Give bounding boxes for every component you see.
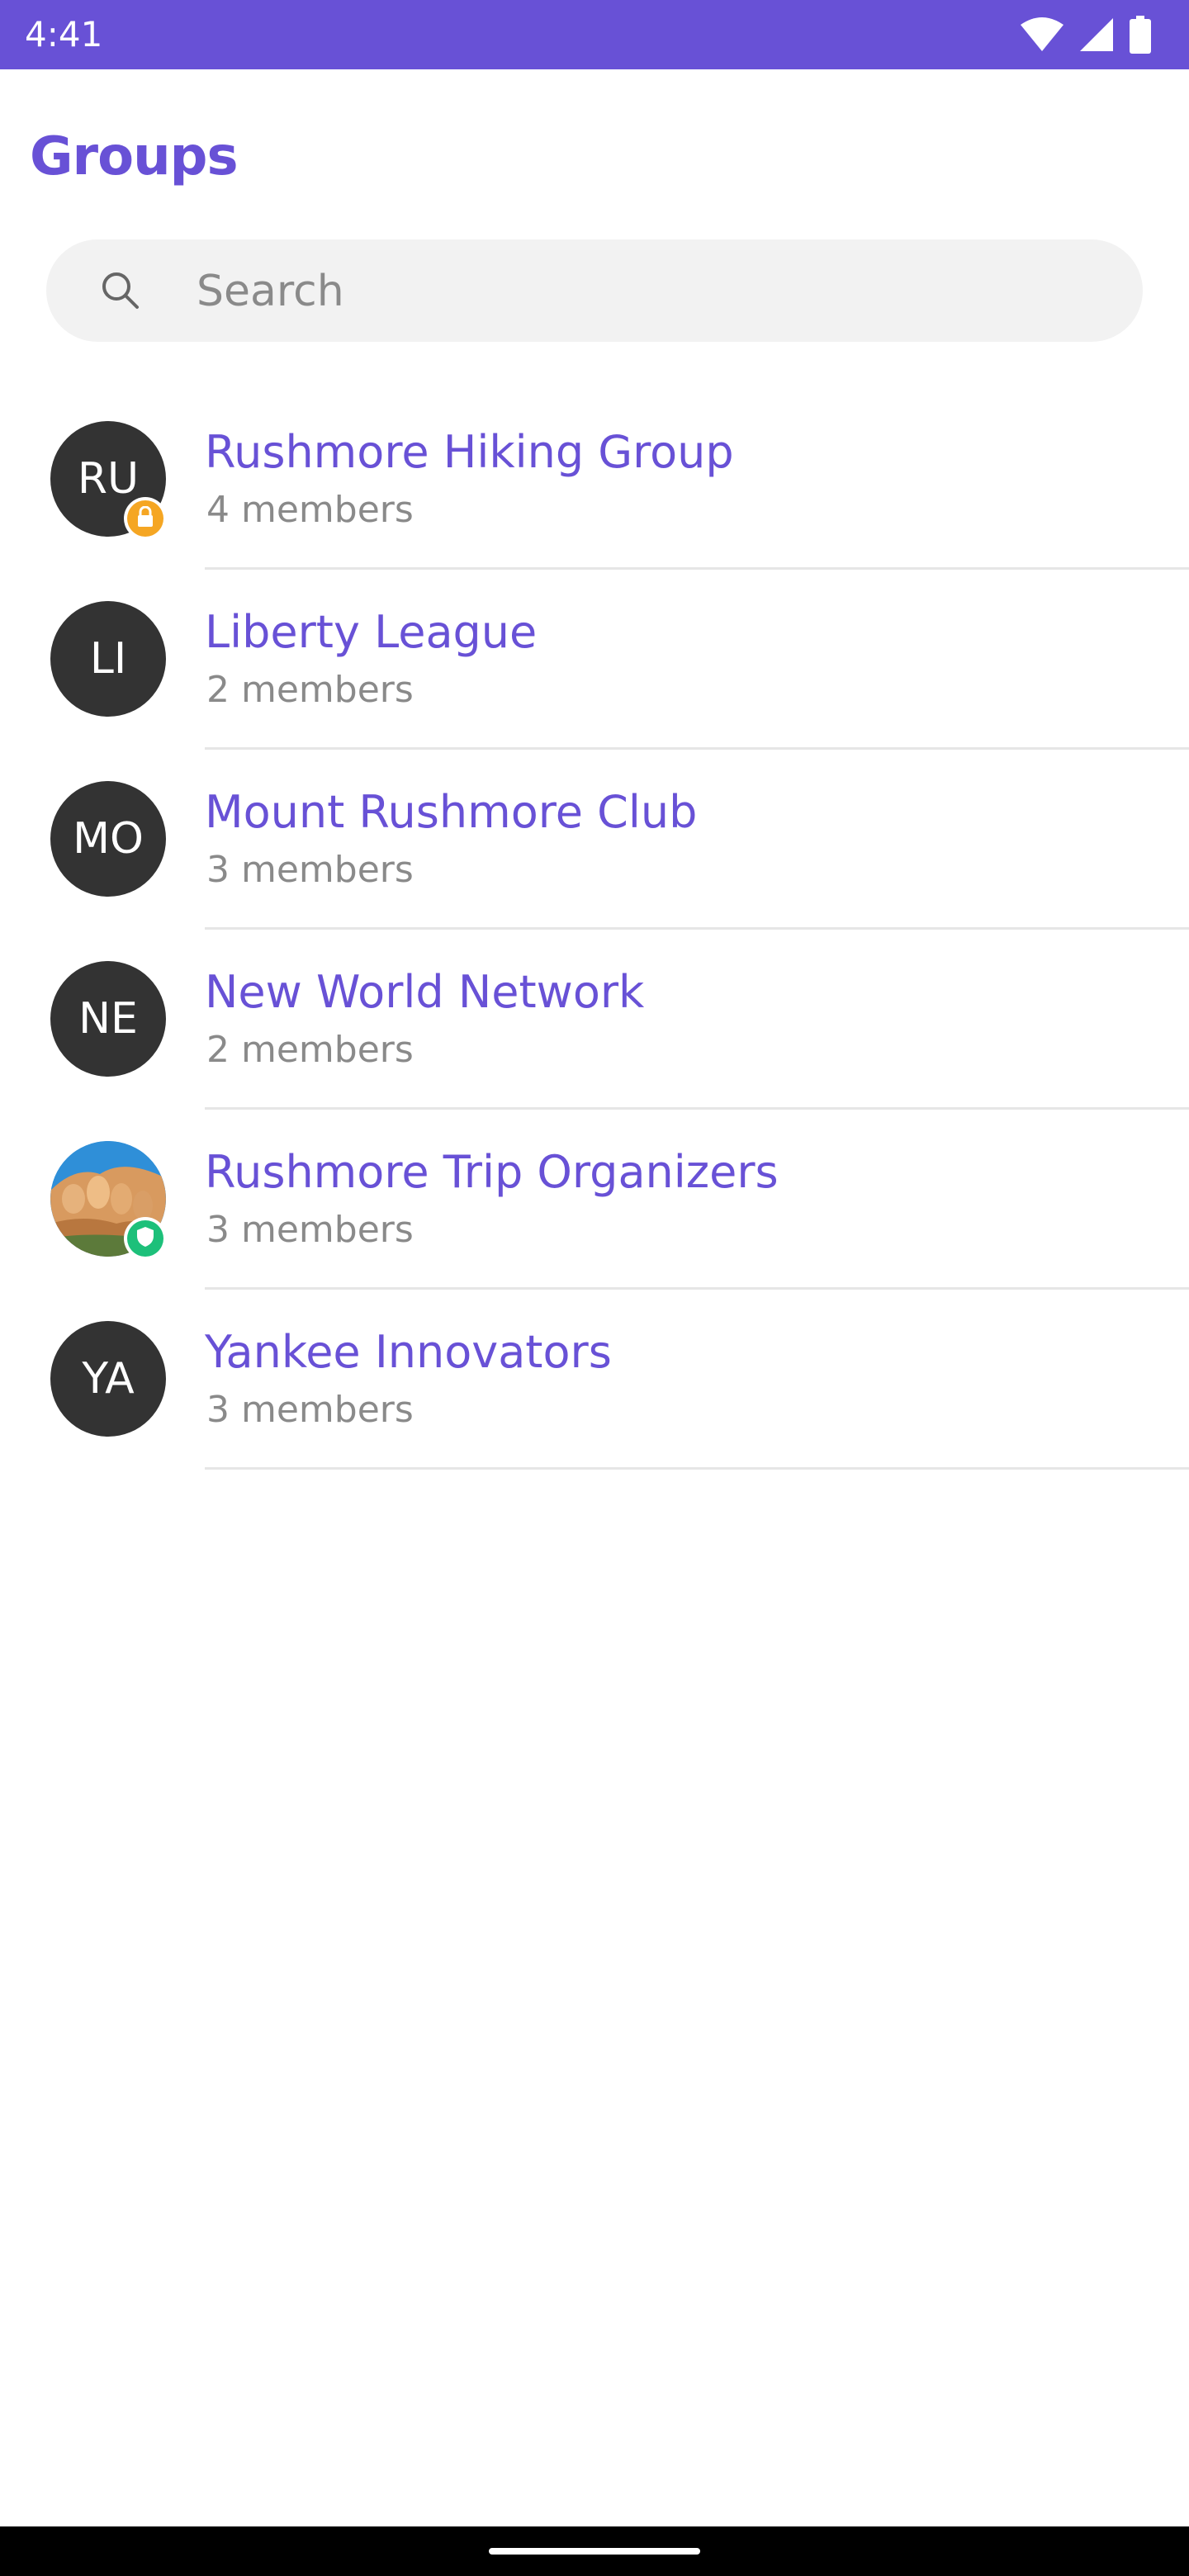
group-member-count: 2 members xyxy=(206,669,414,711)
status-bar: 4:41 xyxy=(0,0,1189,69)
search-bar[interactable] xyxy=(46,239,1143,342)
group-avatar: NE xyxy=(50,961,166,1077)
navigation-bar xyxy=(0,2526,1189,2576)
group-list-item[interactable]: NE New World Network 2 members xyxy=(0,930,1189,1110)
group-name: Rushmore Hiking Group xyxy=(205,426,734,478)
group-list-item[interactable]: MO Mount Rushmore Club 3 members xyxy=(0,750,1189,930)
group-list-item[interactable]: Rushmore Trip Organizers 3 members xyxy=(0,1110,1189,1290)
verified-badge xyxy=(124,1217,167,1260)
group-member-count: 3 members xyxy=(206,1389,414,1431)
group-name: Rushmore Trip Organizers xyxy=(205,1146,779,1198)
group-list: RU Rushmore Hiking Group 4 members LI Li… xyxy=(0,390,1189,1470)
search-icon xyxy=(96,266,145,315)
group-avatar: YA xyxy=(50,1321,166,1437)
search-input[interactable] xyxy=(195,254,1106,329)
group-list-item[interactable]: LI Liberty League 2 members xyxy=(0,570,1189,750)
shield-icon xyxy=(136,1226,154,1252)
group-member-count: 2 members xyxy=(206,1029,414,1071)
battery-icon xyxy=(1130,16,1151,54)
wifi-icon xyxy=(1021,17,1063,53)
group-list-item[interactable]: RU Rushmore Hiking Group 4 members xyxy=(0,390,1189,570)
cellular-signal-icon xyxy=(1078,17,1115,53)
group-avatar: LI xyxy=(50,601,166,717)
group-name: Mount Rushmore Club xyxy=(205,786,698,838)
page-title: Groups xyxy=(30,126,239,187)
private-badge xyxy=(124,497,167,540)
group-member-count: 4 members xyxy=(206,489,414,531)
group-member-count: 3 members xyxy=(206,1209,414,1251)
status-icons xyxy=(1021,15,1151,54)
group-name: Liberty League xyxy=(205,606,538,658)
group-name: New World Network xyxy=(205,966,645,1018)
home-indicator[interactable] xyxy=(489,2548,700,2555)
group-avatar: MO xyxy=(50,781,166,897)
divider xyxy=(205,1467,1189,1470)
lock-icon xyxy=(136,505,154,532)
status-time: 4:41 xyxy=(25,14,103,54)
group-member-count: 3 members xyxy=(206,849,414,891)
group-list-item[interactable]: YA Yankee Innovators 3 members xyxy=(0,1290,1189,1470)
group-name: Yankee Innovators xyxy=(205,1326,612,1378)
